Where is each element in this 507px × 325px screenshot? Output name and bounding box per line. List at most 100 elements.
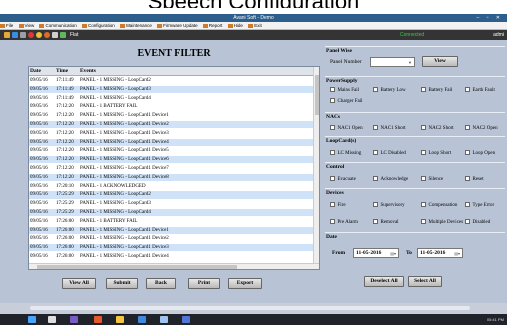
scroll-thumb[interactable] [315,75,319,115]
folder-icon[interactable] [116,316,124,323]
checkbox-icon[interactable] [373,219,378,224]
start-icon[interactable] [28,316,36,323]
table-row[interactable]: 09/05/16 17:11:49 PANEL - 1 MISSING - Loop… [29,77,315,84]
table-row[interactable]: 09/05/16 17:26:00 PANEL - 1 BATTERY FAIL [29,218,315,225]
checkbox-icon[interactable] [421,219,426,224]
table-row[interactable]: 09/05/16 17:12:20 PANEL - 1 MISSING - Loop… [29,138,315,146]
checkbox-icon[interactable] [465,125,470,130]
app-icon[interactable] [182,316,190,323]
checkbox-nac1-open[interactable]: NAC1 Open [330,125,363,132]
table-row[interactable]: 09/05/16 17:25:29 PANEL - 1 MISSING - Loop… [29,209,315,217]
calendar-icon[interactable]: ▤▾ [390,249,396,258]
menu-item-firmware-update[interactable]: Firmware Update [157,23,198,28]
checkbox-disabled[interactable]: Disabled [465,219,490,226]
checkbox-acknowledge[interactable]: Acknowledge [373,176,408,183]
checkbox-pre-alarm[interactable]: Pre Alarm [330,219,358,226]
checkbox-type-error[interactable]: Type Error [465,202,494,209]
folder-icon[interactable] [4,32,10,38]
select-all-button[interactable]: Select All [408,276,442,287]
checkbox-nac1-short[interactable]: NAC1 Short [373,125,406,132]
panel-number-select[interactable]: ▼ [370,57,415,67]
view-button[interactable]: View [422,56,458,67]
table-row[interactable]: 09/05/16 17:11:49 PANEL - 1 MISSING - Loop… [29,95,315,102]
checkbox-loop-open[interactable]: Loop Open [465,150,495,157]
settings-icon[interactable] [20,32,26,38]
checkbox-battery-fail[interactable]: Battery Fail [421,87,452,94]
table-row[interactable]: 09/05/16 17:26:00 PANEL - 1 MISSING - Loop… [29,253,315,260]
checkbox-icon[interactable] [421,202,426,207]
menu-item-view[interactable]: View [18,23,34,28]
save-icon[interactable] [12,32,18,38]
checkbox-icon[interactable] [330,150,335,155]
checkbox-icon[interactable] [330,219,335,224]
column-header-time[interactable]: Time [56,67,68,76]
vertical-scrollbar[interactable] [313,67,319,263]
checkbox-battery-low[interactable]: Battery Low [373,87,406,94]
checkbox-charger-fail[interactable]: Charger Fail [330,98,363,105]
app-icon[interactable] [138,316,146,323]
table-row[interactable]: 09/05/16 17:12:20 PANEL - 1 MISSING - Loop… [29,130,315,137]
checkbox-lc-disabled[interactable]: LC Disabled [373,150,406,157]
submit-button[interactable]: Submit [106,278,138,289]
checkbox-icon[interactable] [421,87,426,92]
table-row[interactable]: 09/05/16 17:12:20 PANEL - 1 MISSING - Loop… [29,121,315,129]
checkbox-icon[interactable] [373,87,378,92]
table-row[interactable]: 09/05/16 17:11:49 PANEL - 1 MISSING - Loop… [29,85,315,93]
table-row[interactable]: 09/05/16 17:12:20 PANEL - 1 MISSING - Loop… [29,156,315,164]
alarm-icon[interactable] [28,32,34,38]
menu-item-communication[interactable]: Communication [39,23,77,28]
table-row[interactable]: 09/05/16 17:26:00 PANEL - 1 MISSING - Loop… [29,244,315,252]
checkbox-icon[interactable] [330,87,335,92]
view-all-button[interactable]: View All [62,278,96,289]
fire-icon[interactable] [44,32,50,38]
table-row[interactable]: 09/05/16 17:12:20 PANEL - 1 BATTERY FAIL [29,103,315,110]
table-row[interactable]: 09/05/16 17:12:20 PANEL - 1 MISSING - Loop… [29,112,315,119]
checkbox-icon[interactable] [330,202,335,207]
print-button[interactable]: Print [188,278,220,289]
checkbox-icon[interactable] [373,176,378,181]
checkbox-icon[interactable] [373,125,378,130]
menu-item-hide[interactable]: Hide [227,23,243,28]
checkbox-loop-short[interactable]: Loop Short [421,150,451,157]
checkbox-compensation[interactable]: Compensation [421,202,457,209]
menu-item-exit[interactable]: Exit [248,23,262,28]
to-date-picker[interactable]: 11-05-2016 ▤▾ [417,248,463,258]
task-view-icon[interactable] [48,316,56,323]
checkbox-icon[interactable] [421,150,426,155]
checkbox-icon[interactable] [465,219,470,224]
bottom-scrollbar[interactable] [30,306,470,310]
checkbox-supervisory[interactable]: Supervisory [373,202,405,209]
table-row[interactable]: 09/05/16 17:12:20 PANEL - 1 MISSING - Loop… [29,147,315,154]
app-icon[interactable] [160,316,168,323]
panel-icon[interactable] [52,32,58,38]
table-row[interactable]: 09/05/16 17:12:20 PANEL - 1 MISSING - Loop… [29,173,315,181]
warning-icon[interactable] [36,32,42,38]
checkbox-mains-fail[interactable]: Mains Fail [330,87,359,94]
checkbox-icon[interactable] [373,202,378,207]
checkbox-nac2-open[interactable]: NAC2 Open [465,125,498,132]
checkbox-icon[interactable] [330,98,335,103]
checkbox-icon[interactable] [330,125,335,130]
table-row[interactable]: 09/05/16 17:26:00 PANEL - 1 MISSING - Loop… [29,235,315,242]
menu-item-configuration[interactable]: Configuration [82,23,115,28]
table-row[interactable]: 09/05/16 17:25:29 PANEL - 1 MISSING - Loop… [29,191,315,199]
checkbox-multiple-devices[interactable]: Multiple Devices [421,219,463,226]
menu-item-file[interactable]: File [0,23,13,28]
app-icon[interactable] [70,316,78,323]
status-icon[interactable] [60,32,66,38]
menu-item-maintenance[interactable]: Maintenance [120,23,152,28]
table-row[interactable]: 09/05/16 17:25:29 PANEL - 1 MISSING - Loop… [29,200,315,207]
checkbox-icon[interactable] [330,176,335,181]
column-header-events[interactable]: Events [80,67,96,76]
checkbox-icon[interactable] [465,202,470,207]
checkbox-earth-fault[interactable]: Earth Fault [465,87,495,94]
checkbox-reset[interactable]: Reset [465,176,484,183]
table-row[interactable]: 09/05/16 17:12:20 PANEL - 1 MISSING - Loop… [29,165,315,172]
window-controls[interactable]: – ▫ ✕ [476,14,503,22]
scroll-thumb[interactable] [37,265,237,269]
checkbox-icon[interactable] [465,87,470,92]
table-row[interactable]: 09/05/16 17:20:10 PANEL - 1 ACKNOWLEDGED [29,183,315,190]
checkbox-icon[interactable] [373,150,378,155]
calendar-icon[interactable]: ▤▾ [454,249,460,258]
checkbox-icon[interactable] [421,176,426,181]
